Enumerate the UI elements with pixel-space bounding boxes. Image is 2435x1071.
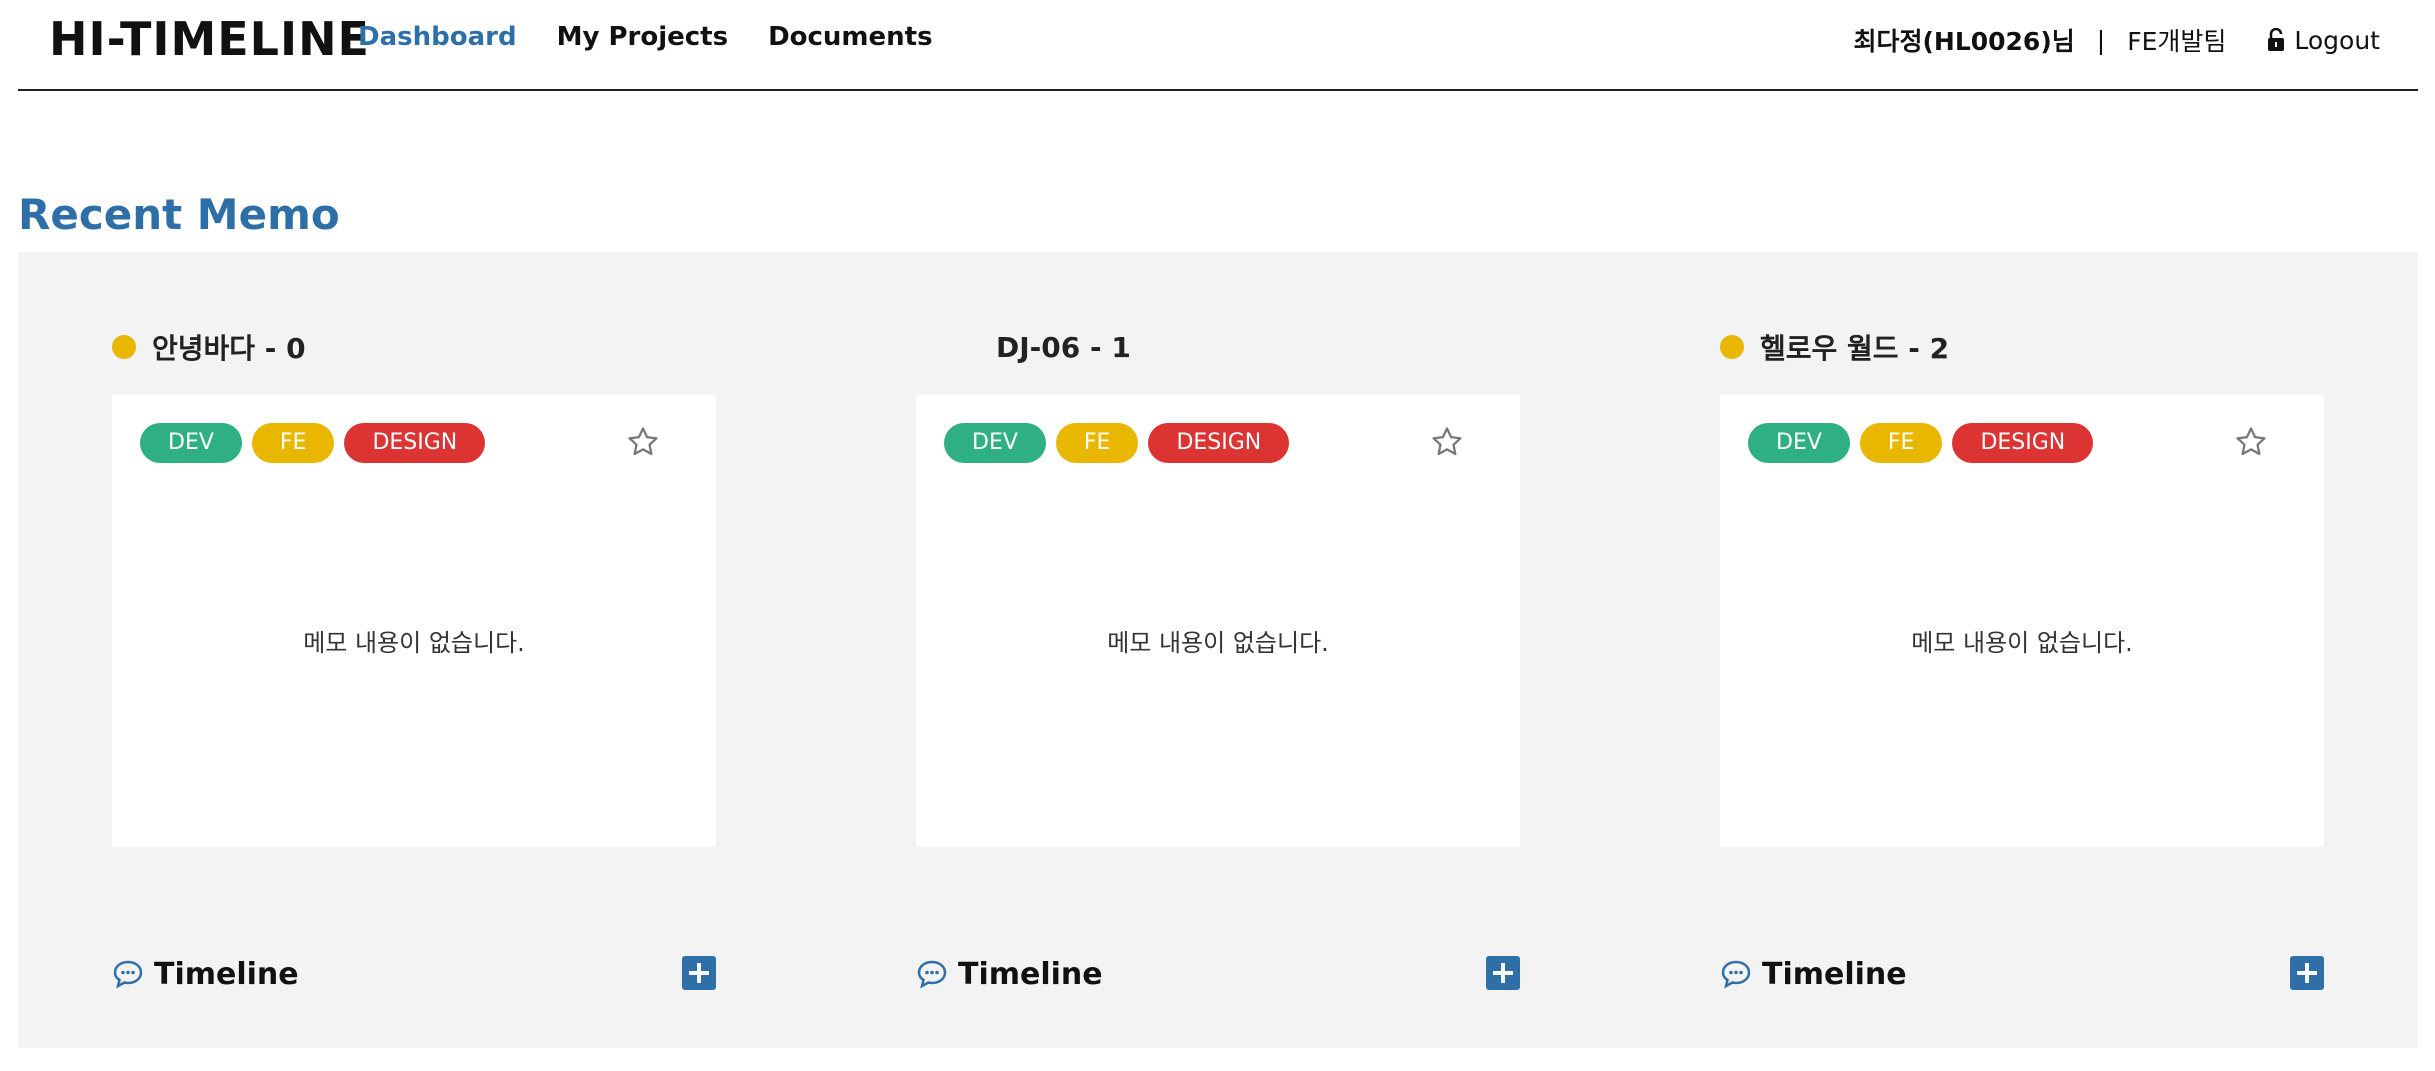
nav-documents[interactable]: Documents	[768, 22, 933, 52]
tag-fe[interactable]: FE	[251, 423, 335, 463]
empty-memo-text: 메모 내용이 없습니다.	[303, 629, 525, 657]
timeline-row: Timeline	[916, 952, 1520, 996]
memo-card[interactable]: DEV FE DESIGN 메모 내용이 없습니다.	[112, 395, 716, 847]
star-icon[interactable]	[1430, 425, 1464, 459]
timeline-row: Timeline	[112, 952, 716, 996]
section-title: Recent Memo	[18, 190, 340, 239]
tag-list: DEV FE DESIGN	[1748, 423, 2094, 463]
memo-title-row: 헬로우 월드 - 2	[1720, 327, 1949, 367]
lock-open-icon	[2268, 28, 2285, 51]
add-timeline-button[interactable]	[1486, 956, 1520, 990]
memo-title[interactable]: DJ-06 - 1	[996, 331, 1131, 364]
timeline-label: Timeline	[1762, 956, 1907, 992]
memo-column: 안녕바다 - 0 DEV FE DESIGN 메모 내용이 없습니다. Time…	[112, 252, 716, 1048]
tag-dev[interactable]: DEV	[140, 423, 242, 463]
empty-memo-text: 메모 내용이 없습니다.	[1911, 629, 2133, 657]
timeline-row: Timeline	[1720, 952, 2324, 996]
tag-design[interactable]: DESIGN	[1952, 423, 2094, 463]
tag-list: DEV FE DESIGN	[140, 423, 486, 463]
memo-column: DJ-06 - 1 DEV FE DESIGN 메모 내용이 없습니다. Tim…	[916, 252, 1520, 1048]
memo-title[interactable]: 헬로우 월드 - 2	[1760, 327, 1949, 367]
memo-title-row: DJ-06 - 1	[956, 327, 1131, 367]
app-logo[interactable]: HI-TIMELINE	[49, 12, 370, 66]
chat-bubble-icon	[917, 960, 947, 989]
user-separator: |	[2096, 25, 2106, 55]
memo-column: 헬로우 월드 - 2 DEV FE DESIGN 메모 내용이 없습니다. Ti…	[1720, 252, 2324, 1048]
timeline-label: Timeline	[958, 956, 1103, 992]
add-timeline-button[interactable]	[682, 956, 716, 990]
user-info: 최다정(HL0026)님 | FE개발팀 Logout	[1853, 22, 2380, 58]
logout-label: Logout	[2294, 25, 2380, 55]
tag-fe[interactable]: FE	[1859, 423, 1943, 463]
memo-title[interactable]: 안녕바다 - 0	[152, 327, 306, 367]
main-nav: Dashboard My Projects Documents	[358, 22, 933, 52]
tag-list: DEV FE DESIGN	[944, 423, 1290, 463]
tag-design[interactable]: DESIGN	[1148, 423, 1290, 463]
star-icon[interactable]	[626, 425, 660, 459]
memo-title-row: 안녕바다 - 0	[112, 327, 306, 367]
chat-bubble-icon	[113, 960, 143, 989]
chat-bubble-icon	[1721, 960, 1751, 989]
logout-button[interactable]: Logout	[2266, 26, 2380, 55]
recent-memo-panel: 안녕바다 - 0 DEV FE DESIGN 메모 내용이 없습니다. Time…	[18, 252, 2418, 1048]
tag-dev[interactable]: DEV	[944, 423, 1046, 463]
memo-card[interactable]: DEV FE DESIGN 메모 내용이 없습니다.	[916, 395, 1520, 847]
user-team: FE개발팀	[2127, 27, 2227, 56]
tag-dev[interactable]: DEV	[1748, 423, 1850, 463]
user-name: 최다정(HL0026)님	[1853, 27, 2075, 56]
status-dot	[1720, 335, 1744, 359]
add-timeline-button[interactable]	[2290, 956, 2324, 990]
nav-dashboard[interactable]: Dashboard	[358, 22, 517, 52]
top-header: HI-TIMELINE Dashboard My Projects Docume…	[18, 0, 2418, 91]
tag-fe[interactable]: FE	[1055, 423, 1139, 463]
tag-design[interactable]: DESIGN	[344, 423, 486, 463]
nav-my-projects[interactable]: My Projects	[557, 22, 728, 52]
star-icon[interactable]	[2234, 425, 2268, 459]
empty-memo-text: 메모 내용이 없습니다.	[1107, 629, 1329, 657]
status-dot	[112, 335, 136, 359]
timeline-label: Timeline	[154, 956, 299, 992]
memo-card[interactable]: DEV FE DESIGN 메모 내용이 없습니다.	[1720, 395, 2324, 847]
